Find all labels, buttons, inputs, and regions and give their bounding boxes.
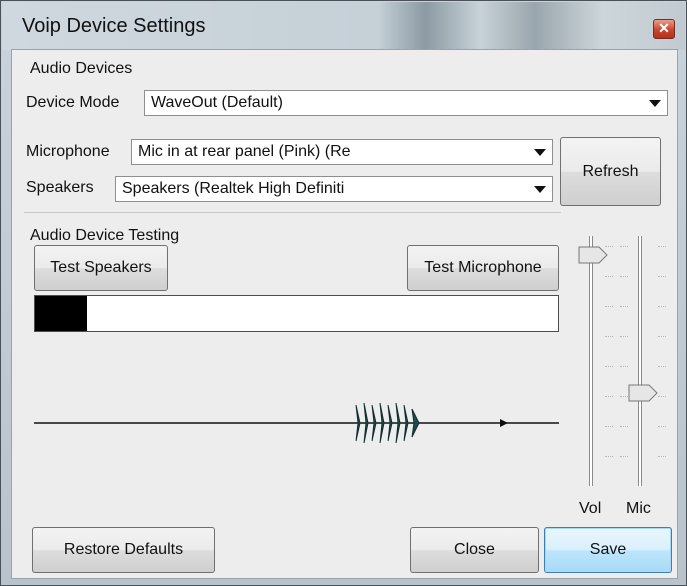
close-button[interactable]: Close [410,527,539,573]
speakers-select[interactable]: Speakers (Realtek High Definiti [115,176,553,202]
chevron-down-icon [534,149,546,156]
mic-slider-ticks-left [620,236,628,486]
title-bar[interactable]: Voip Device Settings ✕ [2,2,685,50]
microphone-value: Mic in at rear panel (Pink) (Re [138,143,351,160]
audio-level-fill [35,296,88,331]
audio-level-meter [34,295,559,332]
chevron-down-icon [534,186,546,193]
device-mode-label: Device Mode [26,94,120,111]
device-mode-value: WaveOut (Default) [151,94,283,111]
window-title: Voip Device Settings [22,15,206,37]
audio-testing-group-title: Audio Device Testing [30,227,180,244]
settings-window: Voip Device Settings ✕ Audio Devices Dev… [0,0,687,586]
microphone-label: Microphone [26,143,110,160]
device-mode-select[interactable]: WaveOut (Default) [144,90,668,116]
group-divider [24,212,561,213]
test-speakers-button[interactable]: Test Speakers [34,245,168,291]
mic-slider-track [638,236,642,486]
close-icon[interactable]: ✕ [653,19,675,39]
slider-thumb-icon[interactable] [578,246,608,264]
vol-label: Vol [579,500,602,517]
chevron-down-icon [649,100,661,107]
dialog-client: Audio Devices Device Mode WaveOut (Defau… [11,49,678,579]
mic-label: Mic [626,500,651,517]
vol-slider[interactable] [577,236,613,486]
restore-defaults-button[interactable]: Restore Defaults [32,527,215,573]
save-button[interactable]: Save [544,527,672,573]
microphone-select[interactable]: Mic in at rear panel (Pink) (Re [131,139,553,165]
speakers-value: Speakers (Realtek High Definiti [122,180,345,197]
audio-waveform [34,402,559,444]
audio-devices-group-title: Audio Devices [30,60,133,77]
slider-thumb-icon[interactable] [628,384,658,402]
refresh-button[interactable]: Refresh [560,137,661,206]
speakers-label: Speakers [26,179,94,196]
vol-slider-track [589,236,593,486]
test-microphone-button[interactable]: Test Microphone [407,245,559,291]
mic-slider-ticks-right [658,236,666,486]
vol-slider-ticks [605,236,613,486]
mic-slider[interactable] [620,236,668,486]
